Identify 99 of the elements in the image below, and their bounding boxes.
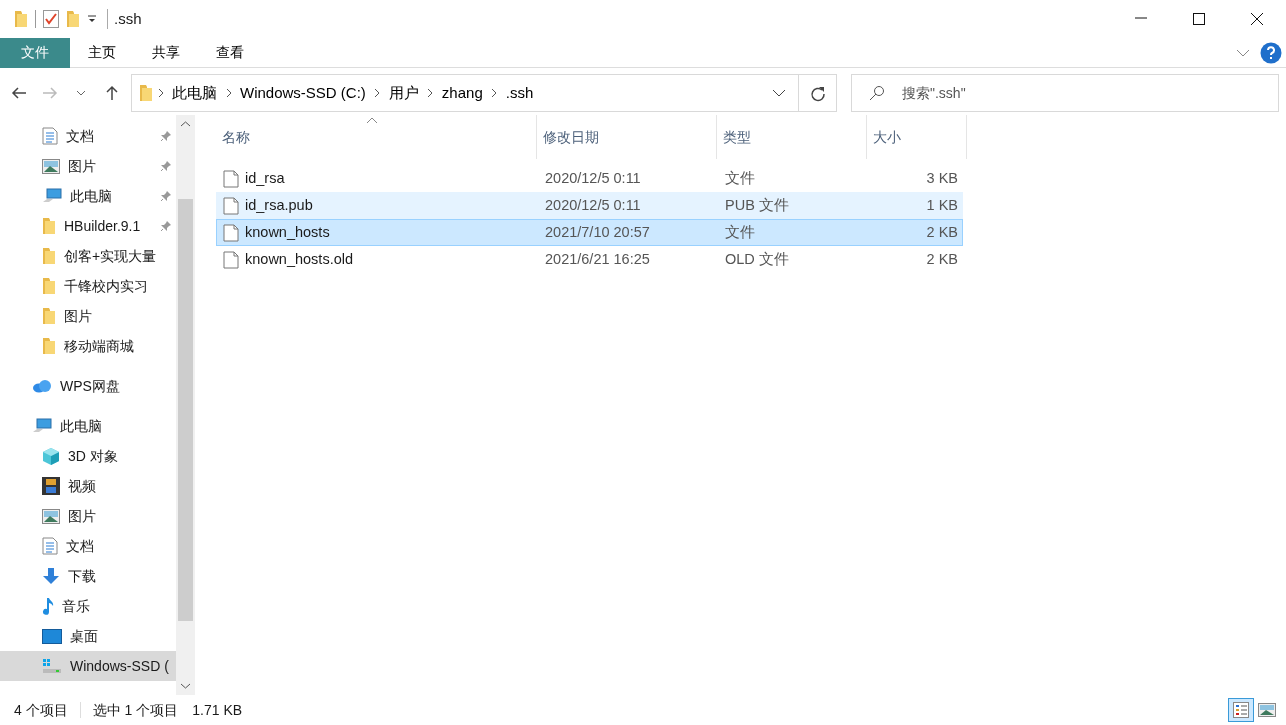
file-icon bbox=[223, 196, 239, 215]
file-row[interactable]: known_hosts.old 2021/6/21 16:25 OLD 文件 2 KB bbox=[216, 246, 963, 273]
breadcrumb-segment[interactable]: zhang bbox=[437, 81, 487, 105]
selection-size: 1.71 KB bbox=[192, 700, 243, 720]
file-name: id_rsa bbox=[245, 168, 285, 188]
file-type: OLD 文件 bbox=[724, 249, 790, 269]
sidebar-item[interactable]: 此电脑 bbox=[0, 411, 176, 441]
folder-icon bbox=[42, 277, 56, 295]
computer-icon bbox=[42, 188, 62, 204]
sidebar-item[interactable]: HBuilder.9.1 bbox=[0, 211, 176, 241]
chevron-icon[interactable] bbox=[373, 87, 382, 99]
down-arrow-icon bbox=[42, 567, 60, 585]
chevron-icon[interactable] bbox=[426, 87, 435, 99]
sidebar-item[interactable]: 此电脑 bbox=[0, 181, 176, 211]
file-type: PUB 文件 bbox=[724, 195, 790, 215]
breadcrumb-segment[interactable]: Windows-SSD (C:) bbox=[236, 81, 370, 105]
sidebar-item[interactable]: 千锋校内实习 bbox=[0, 271, 176, 301]
file-type: 文件 bbox=[724, 168, 756, 188]
sidebar-item[interactable]: Windows-SSD ( bbox=[0, 651, 176, 681]
checklist-icon[interactable] bbox=[43, 10, 59, 28]
sidebar-item[interactable]: 移动端商城 bbox=[0, 331, 176, 361]
drive-icon bbox=[42, 658, 62, 674]
scrollbar-thumb[interactable] bbox=[178, 199, 193, 621]
sidebar-item[interactable]: 创客+实现大量 bbox=[0, 241, 176, 271]
folder-icon bbox=[42, 247, 56, 265]
file-date: 2020/12/5 0:11 bbox=[544, 195, 642, 215]
file-size: 3 KB bbox=[925, 168, 958, 188]
file-name: known_hosts bbox=[245, 222, 330, 242]
help-icon[interactable] bbox=[1260, 41, 1282, 64]
cloud-icon bbox=[32, 379, 52, 393]
details-view-button[interactable] bbox=[1228, 698, 1254, 722]
column-header[interactable]: 类型 bbox=[717, 115, 867, 159]
search-field[interactable]: 搜索".ssh" bbox=[851, 74, 1279, 112]
breadcrumb-segment[interactable]: 此电脑 bbox=[168, 81, 221, 105]
sidebar-item[interactable]: 文档 bbox=[0, 121, 176, 151]
sidebar-item[interactable]: 3D 对象 bbox=[0, 441, 176, 471]
sidebar-item[interactable]: 图片 bbox=[0, 501, 176, 531]
file-date: 2020/12/5 0:11 bbox=[544, 168, 642, 188]
chevron-icon[interactable] bbox=[156, 87, 165, 99]
column-header[interactable]: 名称 bbox=[216, 115, 537, 159]
file-menu-button[interactable]: 文件 bbox=[0, 37, 70, 68]
file-row[interactable]: known_hosts 2021/7/10 20:57 文件 2 KB bbox=[216, 219, 963, 246]
expand-ribbon-icon[interactable] bbox=[1236, 47, 1250, 58]
sidebar-item[interactable]: 文档 bbox=[0, 531, 176, 561]
sidebar-item[interactable]: WPS网盘 bbox=[0, 371, 176, 401]
file-icon bbox=[223, 223, 239, 242]
sidebar-item[interactable]: 视频 bbox=[0, 471, 176, 501]
address-dropdown-icon[interactable] bbox=[772, 88, 786, 98]
up-arrow-icon[interactable] bbox=[104, 85, 120, 101]
ribbon-tab[interactable]: 主页 bbox=[70, 37, 134, 68]
column-header[interactable]: 大小 bbox=[867, 115, 967, 159]
folder-icon bbox=[14, 10, 28, 28]
cube-icon bbox=[42, 447, 60, 465]
monitor-icon bbox=[42, 628, 62, 644]
item-count: 4 个项目 bbox=[14, 700, 68, 720]
maximize-icon[interactable] bbox=[1192, 12, 1206, 26]
ribbon-tab[interactable]: 查看 bbox=[198, 37, 262, 68]
folder-icon bbox=[42, 217, 56, 235]
selection-count: 选中 1 个项目 bbox=[92, 700, 179, 720]
folder-icon bbox=[42, 307, 56, 325]
sidebar-item[interactable]: 音乐 bbox=[0, 591, 176, 621]
refresh-icon[interactable] bbox=[809, 85, 826, 102]
file-size: 2 KB bbox=[925, 222, 958, 242]
file-size: 2 KB bbox=[925, 249, 958, 269]
chevron-icon[interactable] bbox=[490, 87, 499, 99]
file-type: 文件 bbox=[724, 222, 756, 242]
sidebar-item[interactable]: 图片 bbox=[0, 151, 176, 181]
ribbon-tab[interactable]: 共享 bbox=[134, 37, 198, 68]
document-icon bbox=[42, 537, 58, 555]
computer-icon bbox=[32, 418, 52, 434]
window-title: .ssh bbox=[114, 8, 143, 29]
file-date: 2021/6/21 16:25 bbox=[544, 249, 651, 269]
file-date: 2021/7/10 20:57 bbox=[544, 222, 651, 242]
sort-ascending-icon bbox=[366, 117, 378, 124]
dropdown-icon[interactable] bbox=[87, 14, 97, 24]
close-icon[interactable] bbox=[1250, 12, 1264, 26]
picture-icon bbox=[42, 508, 60, 524]
left-arrow-icon[interactable] bbox=[11, 85, 27, 101]
folder-icon bbox=[42, 337, 56, 355]
document-icon bbox=[42, 127, 58, 145]
column-header[interactable]: 修改日期 bbox=[537, 115, 717, 159]
breadcrumb-segment[interactable]: .ssh bbox=[501, 81, 538, 105]
file-row[interactable]: id_rsa.pub 2020/12/5 0:11 PUB 文件 1 KB bbox=[216, 192, 963, 219]
picture-icon bbox=[42, 158, 60, 174]
file-row[interactable]: id_rsa 2020/12/5 0:11 文件 3 KB bbox=[216, 165, 963, 192]
sidebar-item[interactable]: 桌面 bbox=[0, 621, 176, 651]
search-icon bbox=[869, 85, 885, 101]
film-icon bbox=[42, 477, 60, 495]
file-size: 1 KB bbox=[925, 195, 958, 215]
file-icon bbox=[223, 169, 239, 188]
file-name: id_rsa.pub bbox=[245, 195, 313, 215]
music-note-icon bbox=[42, 597, 54, 615]
file-icon bbox=[223, 250, 239, 269]
file-name: known_hosts.old bbox=[245, 249, 353, 269]
sidebar-item[interactable]: 图片 bbox=[0, 301, 176, 331]
folder-icon bbox=[139, 84, 153, 102]
breadcrumb-segment[interactable]: 用户 bbox=[384, 81, 423, 105]
chevron-icon[interactable] bbox=[224, 87, 233, 99]
sidebar-item[interactable]: 下载 bbox=[0, 561, 176, 591]
